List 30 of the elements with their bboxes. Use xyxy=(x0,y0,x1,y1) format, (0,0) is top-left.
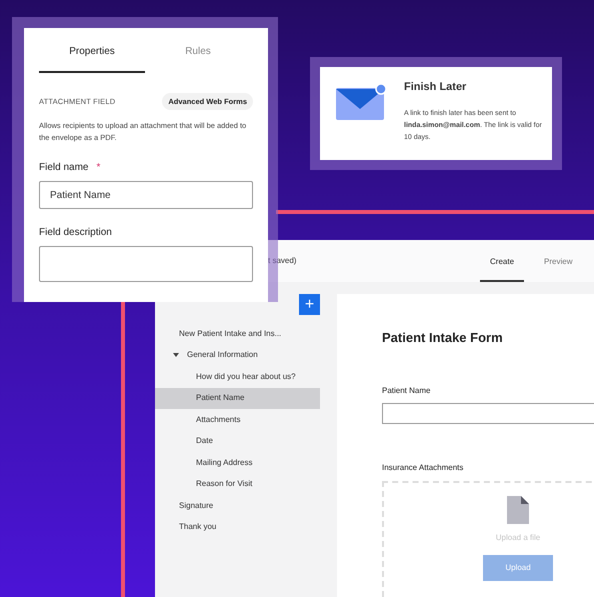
envelope-icon xyxy=(336,84,386,120)
editor-tab[interactable]: Preview xyxy=(540,256,576,282)
editor-tab[interactable]: Create xyxy=(480,256,524,282)
upload-hint: Upload a file xyxy=(496,532,540,544)
caret-icon[interactable] xyxy=(173,352,179,358)
input-field[interactable] xyxy=(39,246,253,282)
field-label: Patient Name xyxy=(382,384,432,396)
required-mark: * xyxy=(96,161,100,176)
outline-item[interactable]: Reason for Visit xyxy=(155,474,320,495)
input-field[interactable]: Patient Name xyxy=(39,181,253,210)
outline-item[interactable]: Mailing Address xyxy=(155,452,320,474)
panel-tab[interactable]: Properties xyxy=(39,44,145,73)
save-status: t saved) xyxy=(268,255,298,267)
outline-item[interactable]: New Patient Intake and Ins... xyxy=(155,323,320,344)
field-label: Field name xyxy=(39,161,88,176)
field-label: Field description xyxy=(39,226,112,240)
outline-item[interactable]: Signature xyxy=(155,495,320,516)
outline-item[interactable]: Patient Name xyxy=(155,388,320,409)
outline-item[interactable]: How did you hear about us? xyxy=(155,366,320,388)
file-icon xyxy=(507,496,529,524)
outline-item[interactable]: Thank you xyxy=(155,516,320,538)
input-field[interactable] xyxy=(382,402,594,424)
add-button[interactable]: + xyxy=(299,294,320,315)
outline-item[interactable]: Attachments xyxy=(155,409,320,430)
notification-title: Finish Later xyxy=(404,80,468,95)
form-title: Patient Intake Form xyxy=(382,329,504,347)
field-label: Insurance Attachments xyxy=(382,462,464,474)
outline-item[interactable]: General Information xyxy=(155,344,320,366)
outline-item[interactable]: Date xyxy=(155,430,320,452)
panel-tab[interactable]: Rules xyxy=(145,44,251,73)
